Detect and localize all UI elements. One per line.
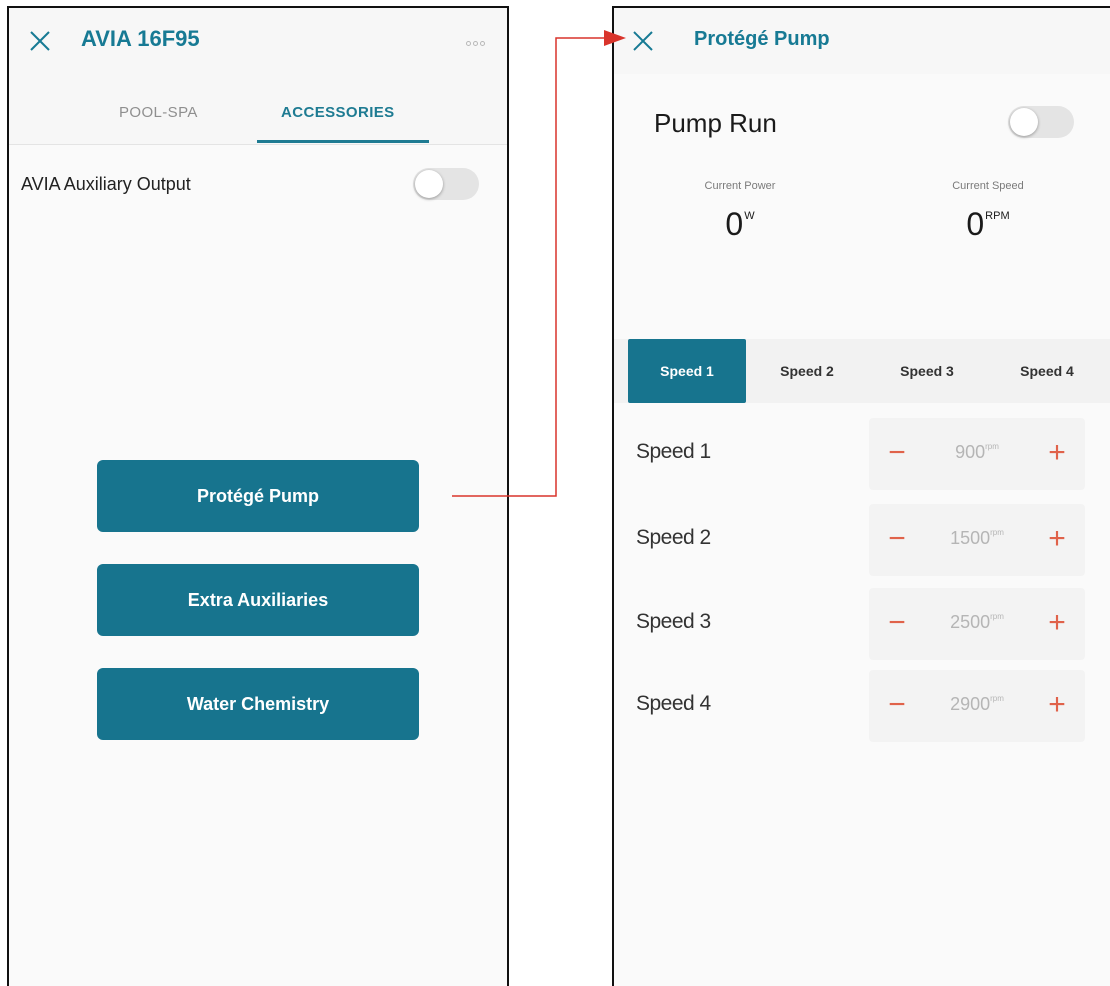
flow-connector (452, 30, 626, 497)
connector-line (452, 37, 606, 497)
arrow-right-icon (604, 30, 626, 46)
